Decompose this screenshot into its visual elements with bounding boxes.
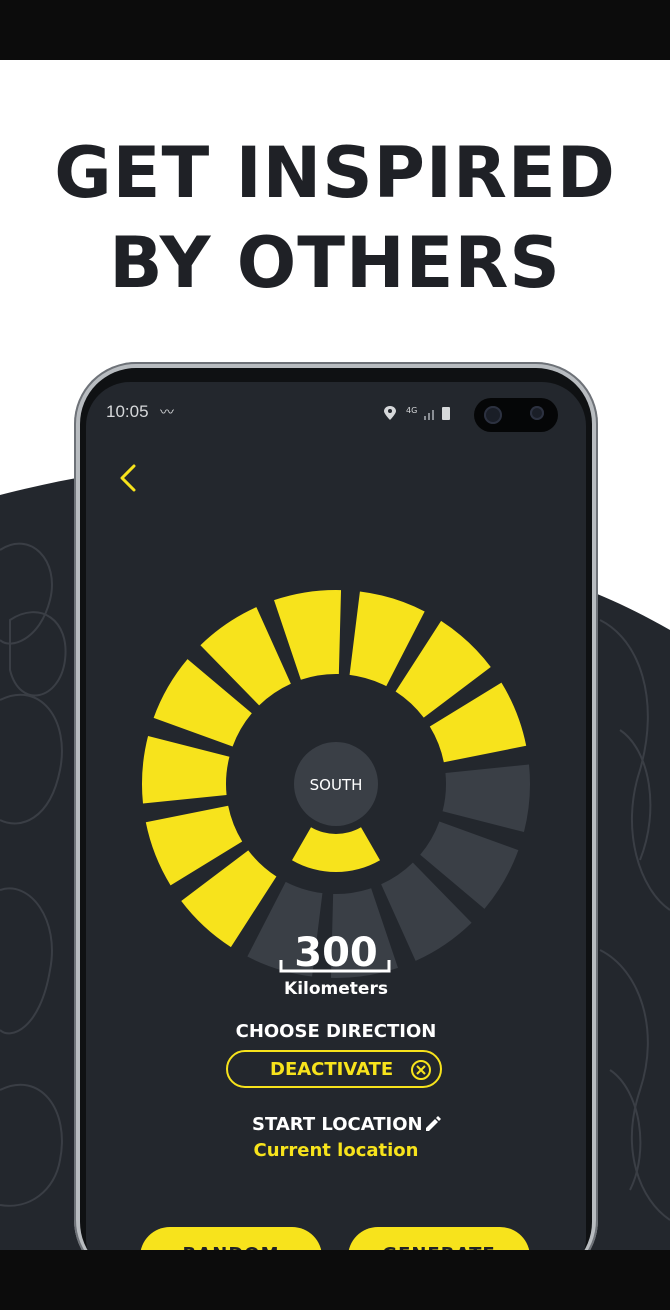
dial-direction-indicator [292, 827, 380, 872]
headline: GET INSPIRED BY OTHERS [0, 128, 670, 308]
deactivate-label: DEACTIVATE [270, 1059, 394, 1080]
dial-segment[interactable] [274, 590, 342, 680]
signal-icon [424, 410, 434, 420]
current-location-value[interactable]: Current location [86, 1140, 586, 1162]
activity-icon: 〰 [160, 405, 174, 421]
network-icon: 4G [406, 406, 417, 415]
bottom-black-bar [0, 1250, 670, 1310]
dial-segment[interactable] [142, 735, 230, 804]
direction-dial[interactable]: SOUTH [134, 582, 538, 986]
camera-cutout [474, 398, 558, 432]
status-icons: 4G [384, 406, 450, 420]
distance-unit: Kilometers [284, 979, 388, 999]
choose-direction-title: CHOOSE DIRECTION [235, 1021, 437, 1042]
pencil-icon[interactable] [423, 1114, 443, 1134]
dial-segment[interactable] [442, 764, 530, 833]
deactivate-button[interactable]: DEACTIVATE [226, 1050, 442, 1088]
distance-underline [279, 960, 391, 973]
battery-icon [442, 407, 450, 420]
back-chevron-icon[interactable] [116, 460, 146, 496]
close-circle-icon [411, 1060, 431, 1080]
headline-line-2: BY OTHERS [109, 222, 561, 304]
top-black-bar [0, 0, 670, 60]
start-location-title: START LOCATION [252, 1114, 423, 1135]
headline-line-1: GET INSPIRED [54, 132, 616, 214]
dial-direction-label: SOUTH [310, 776, 363, 794]
phone-screen: 10:05 〰 4G SOUTH 300 Kilometers CHOOSE D… [86, 382, 586, 1282]
status-time: 10:05 [106, 402, 149, 421]
